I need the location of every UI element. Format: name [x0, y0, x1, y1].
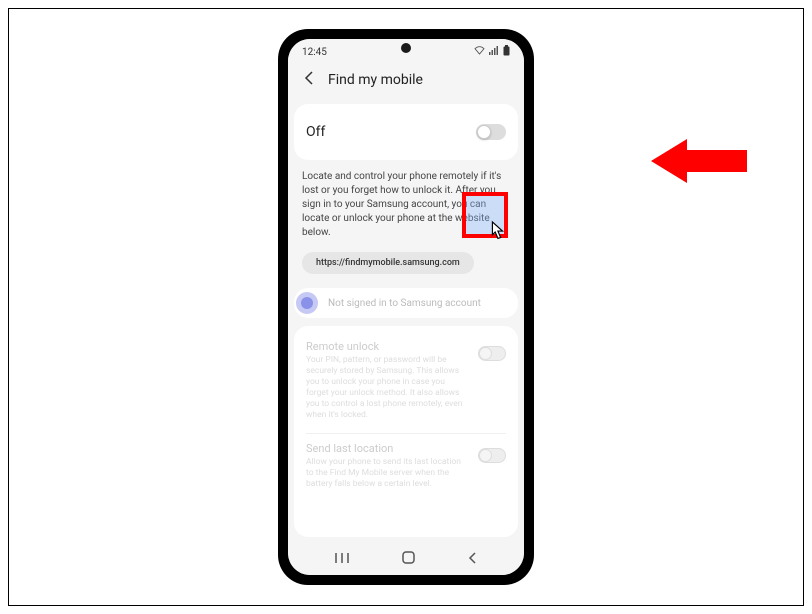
- highlight-box: [462, 192, 508, 238]
- nav-back-button[interactable]: [468, 552, 478, 567]
- home-button[interactable]: [402, 551, 415, 567]
- account-icon: [296, 292, 318, 314]
- status-icons: [474, 45, 510, 59]
- screen: 12:45 Find my mobile: [288, 39, 524, 575]
- main-toggle[interactable]: [476, 124, 506, 140]
- phone-frame: 12:45 Find my mobile: [278, 29, 534, 585]
- setting-remote-unlock: Remote unlock Your PIN, pattern, or pass…: [306, 336, 506, 429]
- account-status-card[interactable]: Not signed in to Samsung account: [294, 288, 518, 318]
- setting-send-last-location: Send last location Allow your phone to s…: [306, 438, 506, 498]
- camera-notch: [401, 43, 411, 53]
- account-status: Not signed in to Samsung account: [328, 298, 481, 309]
- back-button[interactable]: [300, 69, 320, 90]
- main-toggle-card: Off: [294, 104, 518, 160]
- clock: 12:45: [302, 47, 327, 58]
- signal-icon: [489, 46, 499, 58]
- wifi-icon: [474, 46, 485, 58]
- settings-card: Remote unlock Your PIN, pattern, or pass…: [294, 326, 518, 537]
- nav-bar: [288, 541, 524, 575]
- page-title: Find my mobile: [328, 72, 423, 88]
- main-toggle-label: Off: [306, 124, 325, 140]
- page-header: Find my mobile: [288, 61, 524, 100]
- setting-title: Remote unlock: [306, 340, 466, 353]
- send-last-location-toggle: [478, 448, 506, 463]
- setting-title: Send last location: [306, 442, 466, 455]
- website-link[interactable]: https://findmymobile.samsung.com: [302, 252, 474, 274]
- setting-desc: Allow your phone to send its last locati…: [306, 457, 466, 490]
- remote-unlock-toggle: [478, 346, 506, 361]
- recents-button[interactable]: [335, 552, 349, 567]
- battery-icon: [503, 45, 510, 59]
- setting-desc: Your PIN, pattern, or password will be s…: [306, 355, 466, 421]
- cursor-icon: [486, 220, 508, 244]
- callout-arrow: [651, 139, 747, 183]
